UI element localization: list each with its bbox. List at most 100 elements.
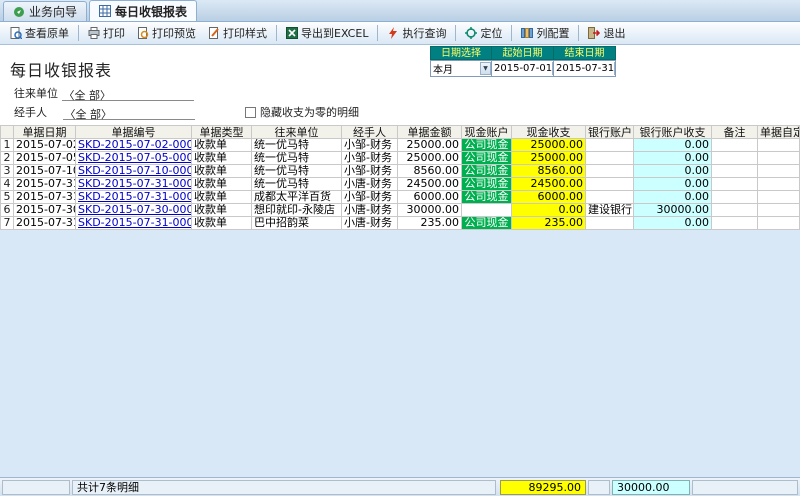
cell-type[interactable]: 收款单 (192, 191, 252, 204)
cell-date[interactable]: 2015-07-05 (14, 152, 76, 165)
column-header[interactable]: 往来单位 (252, 125, 342, 139)
cell-date[interactable]: 2015-07-31 (14, 191, 76, 204)
cell-no[interactable]: SKD-2015-07-31-0001 (76, 178, 192, 191)
cell-bank_acct[interactable] (586, 165, 634, 178)
cell-cash_acct[interactable]: 公司现金 (462, 178, 512, 191)
cell-unit[interactable]: 统一优马特 (252, 178, 342, 191)
cell-note[interactable] (712, 152, 758, 165)
cell-cash[interactable]: 25000.00 (512, 152, 586, 165)
cell-n[interactable]: 2 (0, 152, 14, 165)
cell-custom[interactable] (758, 165, 800, 178)
cell-custom[interactable] (758, 139, 800, 152)
cell-type[interactable]: 收款单 (192, 204, 252, 217)
table-row[interactable]: 52015-07-31SKD-2015-07-31-0003收款单成都太平洋百货… (0, 191, 800, 204)
cell-handler[interactable]: 小邹-财务 (342, 139, 398, 152)
cell-n[interactable]: 3 (0, 165, 14, 178)
cell-date[interactable]: 2015-07-31 (14, 178, 76, 191)
cell-cash_acct[interactable]: 公司现金 (462, 139, 512, 152)
cell-unit[interactable]: 统一优马特 (252, 139, 342, 152)
cell-cash[interactable]: 235.00 (512, 217, 586, 230)
table-row[interactable]: 72015-07-31SKD-2015-07-31-0002收款单巴中招韵菜小唐… (0, 217, 800, 230)
cell-amount[interactable]: 24500.00 (398, 178, 462, 191)
cell-n[interactable]: 1 (0, 139, 14, 152)
cell-n[interactable]: 4 (0, 178, 14, 191)
start-date-select[interactable]: 2015-07-01▼ (492, 60, 554, 77)
cell-custom[interactable] (758, 178, 800, 191)
cell-bank[interactable]: 0.00 (634, 152, 712, 165)
view-original-button[interactable]: 查看原单 (4, 24, 75, 43)
table-row[interactable]: 12015-07-02SKD-2015-07-02-0001收款单统一优马特小邹… (0, 139, 800, 152)
cell-unit[interactable]: 成都太平洋百货 (252, 191, 342, 204)
cell-custom[interactable] (758, 191, 800, 204)
cell-date[interactable]: 2015-07-31 (14, 217, 76, 230)
column-header[interactable]: 银行账户 (586, 125, 634, 139)
cell-bank[interactable]: 0.00 (634, 139, 712, 152)
column-header[interactable]: 现金收支 (512, 125, 586, 139)
tab-business-wizard[interactable]: 业务向导 (3, 1, 87, 21)
cell-cash_acct[interactable]: 公司现金 (462, 191, 512, 204)
cell-date[interactable]: 2015-07-10 (14, 165, 76, 178)
cell-bank_acct[interactable] (586, 178, 634, 191)
column-header[interactable]: 单据金额 (398, 125, 462, 139)
cell-note[interactable] (712, 217, 758, 230)
cell-cash[interactable]: 24500.00 (512, 178, 586, 191)
cell-amount[interactable]: 8560.00 (398, 165, 462, 178)
column-header[interactable]: 单据类型 (192, 125, 252, 139)
unit-filter-field[interactable]: 〈全 部〉 (62, 87, 194, 101)
exit-button[interactable]: 退出 (582, 24, 631, 43)
column-header[interactable]: 经手人 (342, 125, 398, 139)
document-link[interactable]: SKD-2015-07-02-0001 (78, 139, 192, 151)
cell-handler[interactable]: 小唐-财务 (342, 217, 398, 230)
column-header[interactable]: 单据编号 (76, 125, 192, 139)
end-date-select[interactable]: 2015-07-31▼ (554, 60, 616, 77)
column-header[interactable]: 银行账户收支 (634, 125, 712, 139)
cell-no[interactable]: SKD-2015-07-10-0001 (76, 165, 192, 178)
chevron-down-icon[interactable]: ▼ (480, 62, 491, 75)
cell-cash[interactable]: 25000.00 (512, 139, 586, 152)
cell-amount[interactable]: 235.00 (398, 217, 462, 230)
cell-note[interactable] (712, 165, 758, 178)
cell-bank[interactable]: 30000.00 (634, 204, 712, 217)
cell-cash_acct[interactable]: 公司现金 (462, 217, 512, 230)
print-preview-button[interactable]: 打印预览 (131, 24, 202, 43)
cell-unit[interactable]: 想印就印-永陵店 (252, 204, 342, 217)
column-header[interactable]: 单据日期 (14, 125, 76, 139)
cell-bank_acct[interactable]: 建设银行 (586, 204, 634, 217)
cell-cash[interactable]: 6000.00 (512, 191, 586, 204)
cell-bank[interactable]: 0.00 (634, 178, 712, 191)
cell-custom[interactable] (758, 204, 800, 217)
document-link[interactable]: SKD-2015-07-10-0001 (78, 165, 192, 177)
cell-cash[interactable]: 8560.00 (512, 165, 586, 178)
cell-no[interactable]: SKD-2015-07-05-0001 (76, 152, 192, 165)
cell-date[interactable]: 2015-07-30 (14, 204, 76, 217)
cell-cash_acct[interactable]: 公司现金 (462, 152, 512, 165)
cell-handler[interactable]: 小邹-财务 (342, 152, 398, 165)
cell-custom[interactable] (758, 217, 800, 230)
column-header[interactable]: 备注 (712, 125, 758, 139)
cell-no[interactable]: SKD-2015-07-30-0002 (76, 204, 192, 217)
document-link[interactable]: SKD-2015-07-31-0002 (78, 217, 192, 229)
cell-amount[interactable]: 25000.00 (398, 139, 462, 152)
table-row[interactable]: 22015-07-05SKD-2015-07-05-0001收款单统一优马特小邹… (0, 152, 800, 165)
cell-bank[interactable]: 0.00 (634, 217, 712, 230)
cell-cash_acct[interactable]: 公司现金 (462, 165, 512, 178)
cell-n[interactable]: 7 (0, 217, 14, 230)
hide-zero-checkbox[interactable] (245, 107, 256, 118)
cell-unit[interactable]: 统一优马特 (252, 165, 342, 178)
cell-bank_acct[interactable] (586, 191, 634, 204)
column-header[interactable] (0, 125, 14, 139)
cell-cash_acct[interactable] (462, 204, 512, 217)
table-row[interactable]: 42015-07-31SKD-2015-07-31-0001收款单统一优马特小唐… (0, 178, 800, 191)
cell-bank[interactable]: 0.00 (634, 165, 712, 178)
document-link[interactable]: SKD-2015-07-30-0002 (78, 204, 192, 216)
execute-query-button[interactable]: 执行查询 (381, 24, 452, 43)
column-header[interactable]: 单据自定义编号 (758, 125, 800, 139)
column-header[interactable]: 现金账户 (462, 125, 512, 139)
cell-bank_acct[interactable] (586, 152, 634, 165)
cell-amount[interactable]: 6000.00 (398, 191, 462, 204)
export-excel-button[interactable]: 导出到EXCEL (280, 24, 374, 43)
cell-n[interactable]: 6 (0, 204, 14, 217)
cell-handler[interactable]: 小唐-财务 (342, 204, 398, 217)
cell-note[interactable] (712, 178, 758, 191)
handler-filter-field[interactable]: 〈全 部〉 (63, 106, 195, 120)
